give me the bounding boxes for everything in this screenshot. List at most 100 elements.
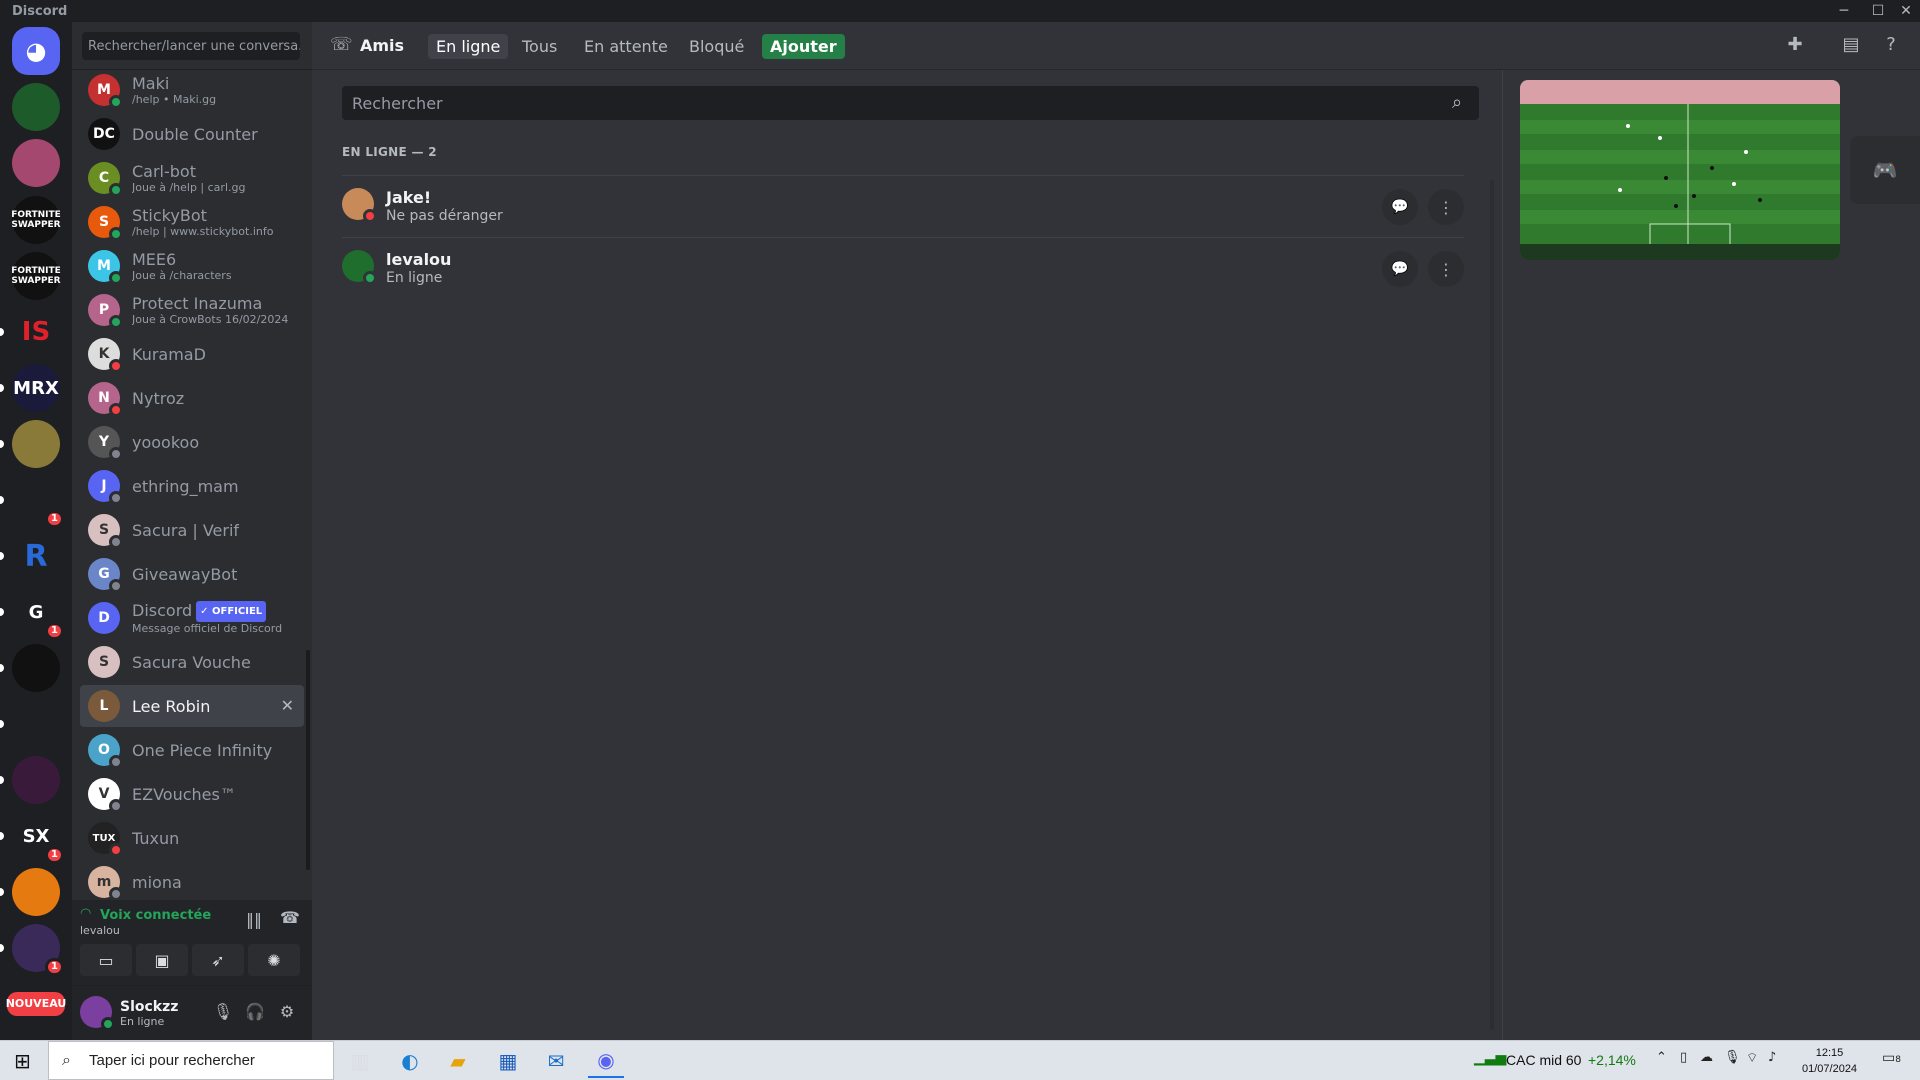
server-shield[interactable] <box>0 700 60 748</box>
headphones-icon[interactable]: 🎧 <box>244 1002 266 1024</box>
dm-item[interactable]: Yyoookoo <box>80 421 304 463</box>
status-dot <box>363 271 377 285</box>
server-server-9[interactable]: 1 <box>0 476 64 528</box>
more-button[interactable]: ⋮ <box>1428 189 1464 225</box>
dm-item[interactable]: TUX Tuxun <box>80 817 304 859</box>
server-g[interactable]: G1 <box>0 588 64 640</box>
dm-text: Sacura | Verif <box>132 521 239 540</box>
tab-tous[interactable]: Tous <box>514 34 565 59</box>
tray-mic-icon[interactable]: 🎙 <box>1724 1050 1741 1065</box>
dm-item[interactable]: D Discord ✓ OFFICIEL Message officiel de Di… <box>80 597 304 639</box>
dm-text: Carl-bot Joue à /help | carl.gg <box>132 162 245 194</box>
tab-en-attente[interactable]: En attente <box>576 34 676 59</box>
server-r[interactable]: R <box>0 532 60 580</box>
microphone-icon[interactable]: 🎙 <box>212 1002 234 1024</box>
server-server-3[interactable] <box>12 139 60 187</box>
server-sx[interactable]: SX 1 <box>0 812 64 864</box>
dm-item[interactable]: Jethring_mam <box>80 465 304 507</box>
voice-connected-label[interactable]: Voix connectée <box>100 908 211 923</box>
dm-item[interactable]: N Nytroz <box>80 377 304 419</box>
edge-icon[interactable]: ◐ <box>392 1044 428 1078</box>
maximize-icon[interactable]: ☐ <box>1864 0 1892 22</box>
server-fortnite-swapper-2[interactable]: FORTNITE SWAPPER <box>11 252 61 300</box>
tab-bloqué[interactable]: Bloqué <box>681 34 752 59</box>
inbox-icon[interactable]: ▤ <box>1838 34 1864 60</box>
disconnect-icon[interactable]: ☎ <box>280 908 300 927</box>
dm-name: One Piece Infinity <box>132 741 272 760</box>
dm-item[interactable]: O One Piece Infinity <box>80 729 304 771</box>
discord-taskbar-icon[interactable]: ◉ <box>588 1044 624 1078</box>
dm-name-label: Double Counter <box>132 124 258 144</box>
friends-search-input[interactable]: Rechercher <box>342 86 1479 120</box>
dm-item[interactable]: C Carl-bot Joue à /help | carl.gg <box>80 157 304 199</box>
dm-item[interactable]: P Protect Inazuma Joue à CrowBots 16/02/20… <box>80 289 304 331</box>
minimize-icon[interactable]: ─ <box>1830 0 1858 22</box>
stock-name[interactable]: CAC mid 60 <box>1506 1052 1581 1068</box>
close-window-icon[interactable]: ✕ <box>1892 0 1920 22</box>
dm-item[interactable]: G GiveawayBot <box>80 553 304 595</box>
server-owl[interactable]: 1 <box>0 924 64 976</box>
server-globe[interactable] <box>0 644 60 692</box>
help-icon[interactable]: ? <box>1878 34 1904 60</box>
server-is[interactable]: IS <box>0 308 60 356</box>
windows-start-icon[interactable]: ⊞ <box>14 1049 31 1073</box>
taskbar-clock[interactable]: 12:15 01/07/2024 <box>1802 1045 1857 1077</box>
screen-share-button[interactable]: ▣ <box>136 944 188 976</box>
dm-item[interactable]: S Sacura Vouche <box>80 641 304 683</box>
tab-en-ligne[interactable]: En ligne <box>428 34 509 59</box>
server-nouveau[interactable]: NOUVEAU <box>6 992 66 1016</box>
friends-scrollbar[interactable] <box>1490 180 1494 1030</box>
server-levalou[interactable] <box>12 83 60 131</box>
user-name[interactable]: Slockzz <box>120 999 178 1015</box>
more-button[interactable]: ⋮ <box>1428 251 1464 287</box>
file-explorer-icon[interactable]: ▰ <box>440 1044 476 1078</box>
add-friend-button[interactable]: Ajouter <box>762 34 845 59</box>
stream-preview[interactable] <box>1520 80 1840 260</box>
dm-scrollbar[interactable] <box>306 650 310 870</box>
dm-item[interactable]: m miona <box>80 861 304 900</box>
tray-app-icon[interactable]: ▯ <box>1680 1050 1687 1065</box>
dm-item[interactable]: V EZVouches™ <box>80 773 304 815</box>
dm-item[interactable]: S Sacura | Verif <box>80 509 304 551</box>
message-button[interactable]: 💬 <box>1382 251 1418 287</box>
friend-row[interactable]: Jake! Ne pas déranger 💬 ⋮ <box>342 175 1464 237</box>
server-discord-home[interactable]: ◕ <box>12 27 60 75</box>
volume-icon[interactable]: ♪ <box>1768 1050 1776 1065</box>
dm-item[interactable]: DC Double Counter <box>80 113 304 155</box>
new-group-dm-icon[interactable]: ✚ <box>1782 34 1808 60</box>
server-server-8[interactable] <box>0 420 60 468</box>
dm-search-input[interactable]: Rechercher/lancer une conversa... <box>82 32 300 60</box>
friend-row[interactable]: levalou En ligne 💬 ⋮ <box>342 237 1464 299</box>
dm-item[interactable]: S StickyBot/help | www.stickybot.info <box>80 201 304 243</box>
dm-item[interactable]: M MEE6 Joue à /characters <box>80 245 304 287</box>
server-server-14[interactable] <box>0 756 60 804</box>
settings-gear-icon[interactable]: ⚙ <box>276 1002 298 1024</box>
server-fortnite-swapper[interactable]: FORTNITE SWAPPER <box>11 196 61 244</box>
task-view-icon[interactable]: ▥ <box>342 1044 378 1078</box>
message-button[interactable]: 💬 <box>1382 189 1418 225</box>
dm-item[interactable]: K KuramaD <box>80 333 304 375</box>
voice-channel-name[interactable]: levalou <box>80 924 120 937</box>
dm-text: Maki/help • Maki.gg <box>132 74 216 106</box>
close-dm-icon[interactable]: ✕ <box>281 696 294 715</box>
mail-icon[interactable]: ✉ <box>538 1044 574 1078</box>
server-mrx[interactable]: MRX <box>0 364 60 412</box>
dm-item[interactable]: M Maki/help • Maki.gg <box>80 70 304 111</box>
dm-name: yoookoo <box>132 433 199 452</box>
activity-button[interactable]: ➶ <box>192 944 244 976</box>
tray-cloud-icon[interactable]: ☁ <box>1700 1050 1713 1065</box>
wifi-icon[interactable]: ⌔ <box>1746 1050 1758 1066</box>
store-icon[interactable]: ▦ <box>490 1044 526 1078</box>
dm-text: ethring_mam <box>132 477 239 496</box>
dm-subtitle: Joue à /help | carl.gg <box>132 181 246 194</box>
taskbar-search-input[interactable]: Taper ici pour rechercher <box>48 1041 334 1080</box>
tray-chevron-icon[interactable]: ⌃ <box>1656 1050 1667 1065</box>
server-orange[interactable] <box>0 868 60 916</box>
game-activity-button[interactable]: 🎮 <box>1850 136 1920 204</box>
camera-button[interactable]: ▭ <box>80 944 132 976</box>
notification-center-icon[interactable]: ▭8 <box>1882 1050 1901 1066</box>
dm-item[interactable]: L Lee Robin ✕ <box>80 685 304 727</box>
user-avatar[interactable] <box>80 996 115 1031</box>
soundboard-button[interactable]: ✺ <box>248 944 300 976</box>
noise-suppression-icon[interactable]: ‖‖ <box>246 910 262 929</box>
